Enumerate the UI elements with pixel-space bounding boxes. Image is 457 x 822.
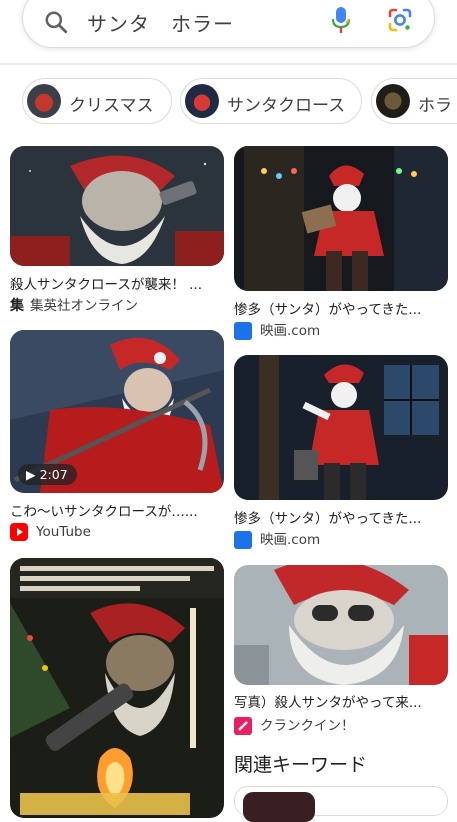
image-result[interactable] (10, 558, 224, 818)
shueisha-icon: 集 (10, 297, 24, 315)
source-name: 映画.com (260, 323, 321, 339)
image-result[interactable]: 惨多（サンタ）がやってきた... 映画.com (234, 146, 448, 341)
crank-in-icon (234, 717, 252, 735)
chip-label: クリスマス (69, 96, 154, 116)
chip-horror[interactable]: ホラ (371, 78, 457, 124)
related-keyword-card[interactable] (234, 786, 448, 822)
video-duration-badge: ▶ 2:07 (18, 464, 77, 485)
result-title[interactable]: 惨多（サンタ）がやってきた... (234, 507, 446, 527)
search-input[interactable]: サンタ ホラー (87, 8, 234, 37)
result-source[interactable]: 映画.com (234, 319, 320, 340)
related-keywords-heading: 関連キーワード (234, 754, 368, 776)
source-name: 映画.com (260, 532, 321, 548)
result-title[interactable]: こわ〜いサンタクロースが…... (10, 500, 222, 520)
search-bar[interactable]: サンタ ホラー (22, 0, 435, 48)
result-title[interactable]: 惨多（サンタ）がやってきた... (234, 298, 446, 318)
chip-santa-claus[interactable]: サンタクロース (180, 78, 362, 124)
result-source[interactable]: 映画.com (234, 528, 320, 549)
result-image[interactable] (234, 355, 448, 500)
youtube-icon (10, 523, 28, 541)
video-result[interactable]: ▶ 2:07 こわ〜いサンタクロースが…... YouTube (10, 330, 224, 545)
microphone-icon[interactable] (329, 5, 353, 35)
related-thumbnail (243, 792, 315, 822)
chip-label: ホラ (418, 96, 452, 116)
chip-label: サンタクロース (227, 96, 346, 116)
result-image[interactable] (234, 565, 448, 685)
result-image[interactable] (10, 558, 224, 818)
eiga-com-icon (234, 322, 252, 340)
chip-thumbnail (27, 84, 61, 118)
result-title[interactable]: 写真）殺人サンタがやって来... (234, 691, 446, 711)
chip-christmas[interactable]: クリスマス (22, 78, 172, 124)
chip-thumbnail (185, 84, 219, 118)
image-result[interactable]: 殺人サンタクロースが襲来！ ... 集集英社オンライン (10, 146, 224, 316)
result-source[interactable]: 集集英社オンライン (10, 294, 138, 315)
image-result[interactable]: 写真）殺人サンタがやって来... クランクイン！ (234, 565, 448, 740)
result-image[interactable]: ▶ 2:07 (10, 330, 224, 493)
result-image[interactable] (10, 146, 224, 266)
search-icon (45, 11, 68, 34)
result-source[interactable]: クランクイン！ (234, 714, 355, 735)
eiga-com-icon (234, 531, 252, 549)
result-title[interactable]: 殺人サンタクロースが襲来！ ... (10, 273, 222, 293)
source-name: 集英社オンライン (30, 298, 138, 314)
filter-chips: クリスマス サンタクロース ホラ (0, 78, 457, 126)
source-name: クランクイン！ (260, 718, 355, 734)
result-source[interactable]: YouTube (10, 523, 91, 541)
play-icon: ▶ (26, 467, 40, 482)
image-result[interactable]: 惨多（サンタ）がやってきた... 映画.com (234, 355, 448, 550)
result-image[interactable] (234, 146, 448, 291)
google-lens-icon[interactable] (387, 7, 413, 33)
source-name: YouTube (36, 524, 91, 540)
duration-text: 2:07 (39, 467, 68, 482)
header-divider (0, 63, 457, 65)
chip-thumbnail (376, 84, 410, 118)
